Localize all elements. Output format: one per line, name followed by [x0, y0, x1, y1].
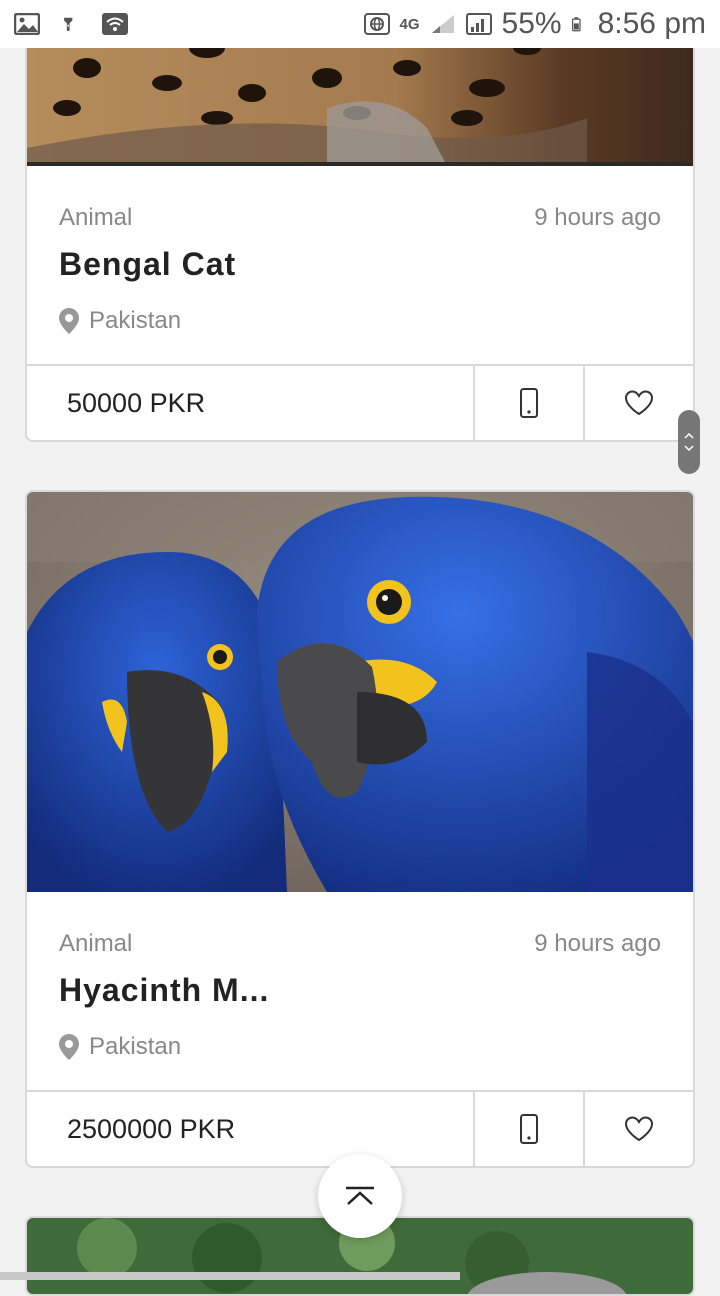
- battery-icon: [571, 17, 581, 32]
- horizontal-scrollbar[interactable]: [0, 1272, 460, 1280]
- network-type: 4G: [399, 15, 420, 33]
- listing-price: 50000 PKR: [67, 387, 206, 418]
- macaws-image: [27, 492, 693, 892]
- signal-weak-icon: [431, 15, 454, 33]
- listing-info: Animal 9 hours ago Hyacinth M... Pakista…: [27, 892, 693, 1061]
- call-button[interactable]: [473, 1092, 583, 1166]
- listing-footer: 50000 PKR: [27, 364, 693, 440]
- listing-card[interactable]: Animal 9 hours ago Bengal Cat Pakistan 5…: [25, 0, 695, 442]
- listing-feed[interactable]: Animal 9 hours ago Bengal Cat Pakistan 5…: [0, 0, 720, 1296]
- listing-image[interactable]: [27, 492, 693, 892]
- gallery-icon: [14, 13, 40, 35]
- phone-icon: [520, 1114, 538, 1144]
- globe-icon: [363, 13, 390, 35]
- clock: 8:56 pm: [597, 7, 706, 40]
- favorite-button[interactable]: [583, 1092, 693, 1166]
- listing-price: 2500000 PKR: [67, 1113, 236, 1144]
- listing-category: Animal: [59, 930, 133, 957]
- flashlight-icon: [64, 17, 73, 31]
- listing-info: Animal 9 hours ago Bengal Cat Pakistan: [27, 166, 693, 335]
- location-pin-icon: [59, 1034, 79, 1060]
- battery-percent: 55%: [501, 7, 562, 40]
- listing-card[interactable]: Animal 9 hours ago Hyacinth M... Pakista…: [25, 490, 695, 1168]
- location-pin-icon: [59, 308, 79, 334]
- listing-time: 9 hours ago: [534, 930, 661, 957]
- heart-icon: [624, 390, 654, 416]
- location-label: Pakistan: [89, 1033, 182, 1060]
- heart-icon: [624, 1116, 654, 1142]
- location-label: Pakistan: [89, 307, 182, 334]
- chevron-down-icon: [684, 445, 694, 451]
- favorite-button[interactable]: [583, 366, 693, 440]
- chevron-up-icon: [684, 433, 694, 439]
- chevron-up-icon: [346, 1186, 374, 1205]
- signal-icon: [465, 13, 492, 35]
- phone-icon: [520, 388, 538, 418]
- status-bar: 4G 55% 8:56 pm: [0, 0, 720, 48]
- fast-scroll-handle[interactable]: [678, 410, 700, 474]
- listing-time: 9 hours ago: [534, 204, 661, 231]
- listing-title[interactable]: Bengal Cat: [59, 246, 661, 283]
- listing-location: Pakistan: [59, 1033, 661, 1061]
- listing-category: Animal: [59, 204, 133, 231]
- call-button[interactable]: [473, 366, 583, 440]
- scroll-to-top-button[interactable]: [318, 1154, 402, 1238]
- wifi-icon: [102, 13, 128, 35]
- listing-title[interactable]: Hyacinth M...: [59, 972, 661, 1009]
- listing-location: Pakistan: [59, 307, 661, 335]
